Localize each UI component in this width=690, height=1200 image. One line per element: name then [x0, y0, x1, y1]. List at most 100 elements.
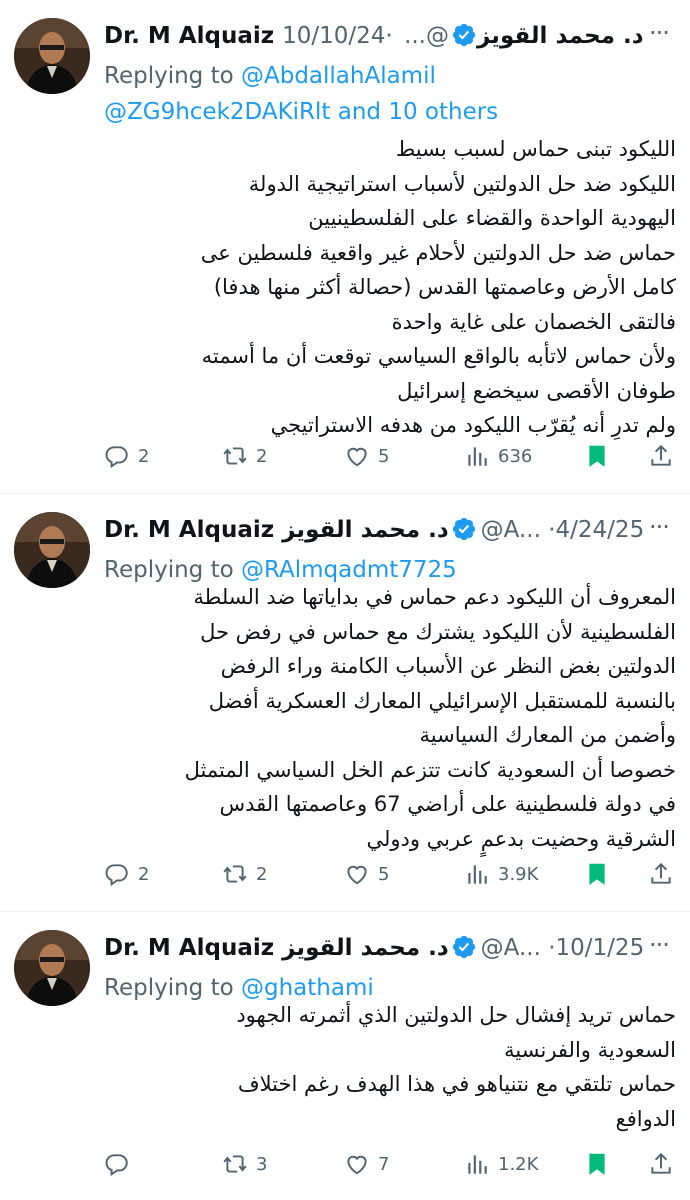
reply-button[interactable]: 2 [104, 856, 149, 892]
author-name[interactable]: Dr. M Alquaiz د. محمد القويز [104, 517, 449, 543]
avatar[interactable] [14, 18, 90, 94]
more-options-icon[interactable]: ··· [646, 512, 672, 548]
bookmark-icon [584, 1151, 610, 1177]
action-bar: 2 2 5 3.9K [104, 856, 672, 892]
like-count: 5 [378, 445, 390, 467]
share-button[interactable] [648, 856, 674, 892]
views-button[interactable]: 3.9K [464, 856, 538, 892]
separator: · [548, 517, 556, 543]
bookmark-button[interactable] [584, 1146, 610, 1182]
reply-count: 2 [138, 863, 150, 885]
tweet-header: Dr. M Alquaiz د. محمد القويز @A... ·4/24/… [104, 512, 680, 548]
retweet-button[interactable]: 2 [222, 856, 267, 892]
tweet-header: Dr. M Alquaiz د. محمد القويز @... ·10/10/… [104, 18, 680, 54]
heart-icon [344, 1151, 370, 1177]
action-bar: 2 2 5 636 [104, 438, 672, 474]
retweet-button[interactable]: 3 [222, 1146, 267, 1182]
text-line: كامل الأرض وعاصمتها القدس (حصالة أكثر من… [213, 275, 676, 299]
reply-count: 2 [138, 445, 150, 467]
verified-badge-icon [451, 934, 477, 960]
verified-badge-icon [451, 22, 477, 48]
like-button[interactable]: 7 [344, 1146, 389, 1182]
tweet-date[interactable]: 4/24/25 [556, 517, 645, 543]
text-line: الدوافع [615, 1106, 676, 1131]
author-handle[interactable]: @A... [481, 935, 541, 961]
text-line: الليكود تبنى حماس لسبب بسيط [395, 137, 676, 161]
tweet[interactable]: Dr. M Alquaiz د. محمد القويز @A... ·4/24/… [0, 494, 690, 912]
avatar-image [14, 512, 90, 588]
author-name[interactable]: Dr. M Alquaiz د. محمد القويز [104, 935, 449, 961]
like-count: 5 [378, 863, 390, 885]
share-button[interactable] [648, 438, 674, 474]
view-count: 636 [498, 445, 533, 467]
more-options-icon[interactable]: ··· [646, 930, 672, 966]
bookmark-button[interactable] [584, 856, 610, 892]
text-line: بالنسبة للمستقبل الإسرائيلي المعارك العس… [208, 688, 676, 713]
text-line: حماس ضد حل الدولتين لأحلام غير واقعية فل… [200, 240, 676, 265]
heart-icon [344, 443, 370, 469]
bookmark-button[interactable] [584, 438, 610, 474]
share-icon [648, 443, 674, 469]
views-icon [464, 443, 490, 469]
verified-badge-icon [451, 516, 477, 542]
text-line: خصوصا أن السعودية كانت تتزعم الخل السياس… [184, 757, 676, 782]
reply-icon [104, 443, 130, 469]
avatar[interactable] [14, 512, 90, 588]
tweet-date[interactable]: 10/1/25 [556, 935, 645, 961]
bookmark-icon [584, 861, 610, 887]
text-line: الفلسطينية لأن الليكود يشترك مع حماس في … [200, 619, 676, 644]
retweet-count: 3 [256, 1153, 268, 1175]
mention-link[interactable]: @AbdallahAlamil [241, 63, 436, 89]
view-count: 1.2K [498, 1153, 539, 1175]
tweet-text: الليكود تبنى حماس لسبب بسيط الليكود ضد ح… [104, 132, 676, 443]
separator: · [548, 935, 556, 961]
reply-button[interactable] [104, 1146, 138, 1182]
bookmark-icon [584, 443, 610, 469]
tweet-text: حماس تريد إفشال حل الدولتين الذي أثمرته … [104, 998, 676, 1136]
tweet[interactable]: Dr. M Alquaiz د. محمد القويز @... ·10/10/… [0, 0, 690, 494]
retweet-icon [222, 443, 248, 469]
avatar[interactable] [14, 930, 90, 1006]
more-options-icon[interactable]: ··· [646, 18, 672, 54]
avatar-image [14, 18, 90, 94]
text-line: اليهودية الواحدة والقضاء على الفلسطينيين [308, 206, 676, 230]
text-line: ولأن حماس لاتأبه بالواقع السياسي توقعت أ… [201, 344, 676, 368]
share-icon [648, 1151, 674, 1177]
action-bar: 3 7 1.2K [104, 1146, 672, 1182]
reply-button[interactable]: 2 [104, 438, 149, 474]
replying-to-label: Replying to [104, 63, 234, 89]
mention-others-link[interactable]: @ZG9hcek2DAKiRlt and 10 others [104, 99, 498, 125]
views-icon [464, 861, 490, 887]
retweet-button[interactable]: 2 [222, 438, 267, 474]
retweet-count: 2 [256, 863, 268, 885]
text-line: حماس تريد إفشال حل الدولتين الذي أثمرته … [236, 1003, 676, 1027]
avatar-image [14, 930, 90, 1006]
text-line: طوفان الأقصى سيخضع إسرائيل [397, 378, 676, 403]
share-button[interactable] [648, 1146, 674, 1182]
heart-icon [344, 861, 370, 887]
tweet-date[interactable]: 10/10/24 [282, 23, 385, 49]
separator: · [385, 23, 393, 49]
text-line: الدولتين بغض النظر عن الأسباب الكامنة ور… [220, 654, 676, 678]
text-line: في دولة فلسطينية على أراضي 67 وعاصمتها ا… [219, 792, 676, 816]
text-line: وأضمن من المعارك السياسية [419, 723, 676, 747]
reply-icon [104, 1151, 130, 1177]
views-icon [464, 1151, 490, 1177]
tweet-text: المعروف أن الليكود دعم حماس في بداياتها … [104, 580, 676, 856]
share-icon [648, 861, 674, 887]
replying-to: Replying to @AbdallahAlamil @ZG9hcek2DAK… [104, 58, 676, 130]
views-button[interactable]: 1.2K [464, 1146, 538, 1182]
reply-icon [104, 861, 130, 887]
author-handle[interactable]: @... [404, 23, 449, 49]
tweet-header: Dr. M Alquaiz د. محمد القويز @A... ·10/1/… [104, 930, 680, 966]
text-line: المعروف أن الليكود دعم حماس في بداياتها … [193, 585, 676, 609]
like-button[interactable]: 5 [344, 856, 389, 892]
text-line: الليكود ضد حل الدولتين لأسباب استراتيجية… [248, 171, 676, 196]
views-button[interactable]: 636 [464, 438, 532, 474]
view-count: 3.9K [498, 863, 539, 885]
author-handle[interactable]: @A... [481, 517, 541, 543]
like-button[interactable]: 5 [344, 438, 389, 474]
text-line: الشرقية وحضيت بدعمٍ عربي ودولي [366, 826, 676, 851]
text-line: السعودية والفرنسية [504, 1037, 676, 1062]
tweet[interactable]: Dr. M Alquaiz د. محمد القويز @A... ·10/1/… [0, 912, 690, 1200]
